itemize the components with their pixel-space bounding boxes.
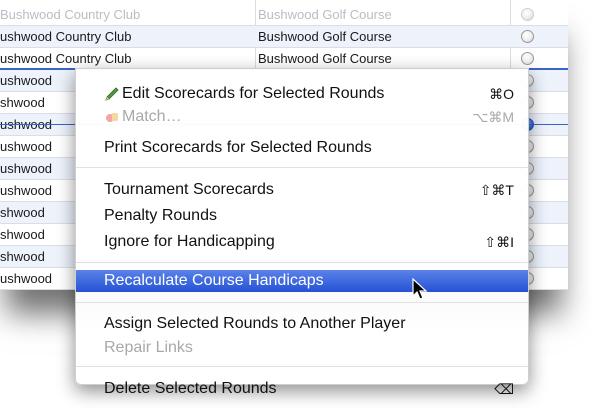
menu-item-label: Edit Scorecards for Selected Rounds xyxy=(122,85,385,102)
pencil-icon xyxy=(105,87,119,101)
course-cell: Bushwood Golf Course xyxy=(258,51,392,66)
course-cell: Bushwood Golf Course xyxy=(258,7,392,22)
menu-shortcut: ⇧⌘T xyxy=(479,182,514,198)
club-cell: shwood xyxy=(0,227,45,242)
menu-item-edit-scorecards[interactable]: Edit Scorecards for Selected Rounds ⌘O xyxy=(76,83,528,105)
menu-shortcut: ⌘O xyxy=(489,86,514,102)
club-cell: ushwood xyxy=(0,73,53,88)
club-cell: ushwood xyxy=(0,183,53,198)
row-radio-button[interactable] xyxy=(521,8,534,21)
context-menu: Edit Scorecards for Selected Rounds ⌘O M… xyxy=(75,68,529,397)
table-row[interactable]: ushwood Country Club Bushwood Golf Course xyxy=(0,48,568,70)
course-cell: Bushwood Golf Course xyxy=(258,29,392,44)
menu-item-label: Repair Links xyxy=(104,339,193,356)
row-radio-button[interactable] xyxy=(521,52,534,65)
menu-item-penalty-rounds[interactable]: Penalty Rounds xyxy=(76,205,528,227)
menu-item-repair-links[interactable]: Repair Links xyxy=(76,337,528,359)
menu-item-label: Match… xyxy=(122,108,182,125)
club-cell: Bushwood Country Club xyxy=(0,7,141,22)
menu-shortcut: ⌫ xyxy=(494,381,514,397)
menu-separator xyxy=(76,366,528,367)
mouse-pointer-icon xyxy=(412,278,428,300)
row-radio-button[interactable] xyxy=(521,30,534,43)
menu-item-label: Ignore for Handicapping xyxy=(104,233,275,250)
club-cell: ushwood xyxy=(0,271,53,286)
menu-shortcut: ⌥⌘M xyxy=(472,109,514,125)
club-cell: ushwood Country Club xyxy=(0,51,132,66)
menu-item-tournament-scorecards[interactable]: Tournament Scorecards ⇧⌘T xyxy=(76,179,528,201)
menu-item-print-scorecards[interactable]: Print Scorecards for Selected Rounds xyxy=(76,137,528,159)
menu-item-label: Tournament Scorecards xyxy=(104,181,274,198)
match-icon xyxy=(106,113,118,122)
menu-separator xyxy=(76,262,528,263)
menu-item-delete-rounds[interactable]: Delete Selected Rounds ⌫ xyxy=(76,378,528,400)
club-cell: shwood xyxy=(0,249,45,264)
menu-item-match[interactable]: Match… ⌥⌘M xyxy=(76,106,528,128)
menu-item-label: Print Scorecards for Selected Rounds xyxy=(104,139,372,156)
menu-item-assign-rounds[interactable]: Assign Selected Rounds to Another Player xyxy=(76,313,528,335)
club-cell: shwood xyxy=(0,205,45,220)
club-cell: shwood xyxy=(0,95,45,110)
menu-item-label: Recalculate Course Handicaps xyxy=(104,272,324,289)
menu-item-label: Penalty Rounds xyxy=(104,207,217,224)
menu-separator xyxy=(76,167,528,168)
menu-separator xyxy=(76,302,528,303)
menu-item-label: Delete Selected Rounds xyxy=(104,380,277,397)
club-cell: ushwood Country Club xyxy=(0,29,132,44)
menu-item-ignore-handicapping[interactable]: Ignore for Handicapping ⇧⌘I xyxy=(76,231,528,253)
club-cell: ushwood xyxy=(0,161,53,176)
menu-item-label: Assign Selected Rounds to Another Player xyxy=(104,315,406,332)
menu-item-recalculate-handicaps[interactable]: Recalculate Course Handicaps xyxy=(76,270,528,292)
menu-shortcut: ⇧⌘I xyxy=(484,234,514,250)
club-cell: ushwood xyxy=(0,139,53,154)
table-row[interactable]: ushwood Country Club Bushwood Golf Course xyxy=(0,26,568,48)
table-row[interactable]: Bushwood Country Club Bushwood Golf Cours… xyxy=(0,4,568,26)
